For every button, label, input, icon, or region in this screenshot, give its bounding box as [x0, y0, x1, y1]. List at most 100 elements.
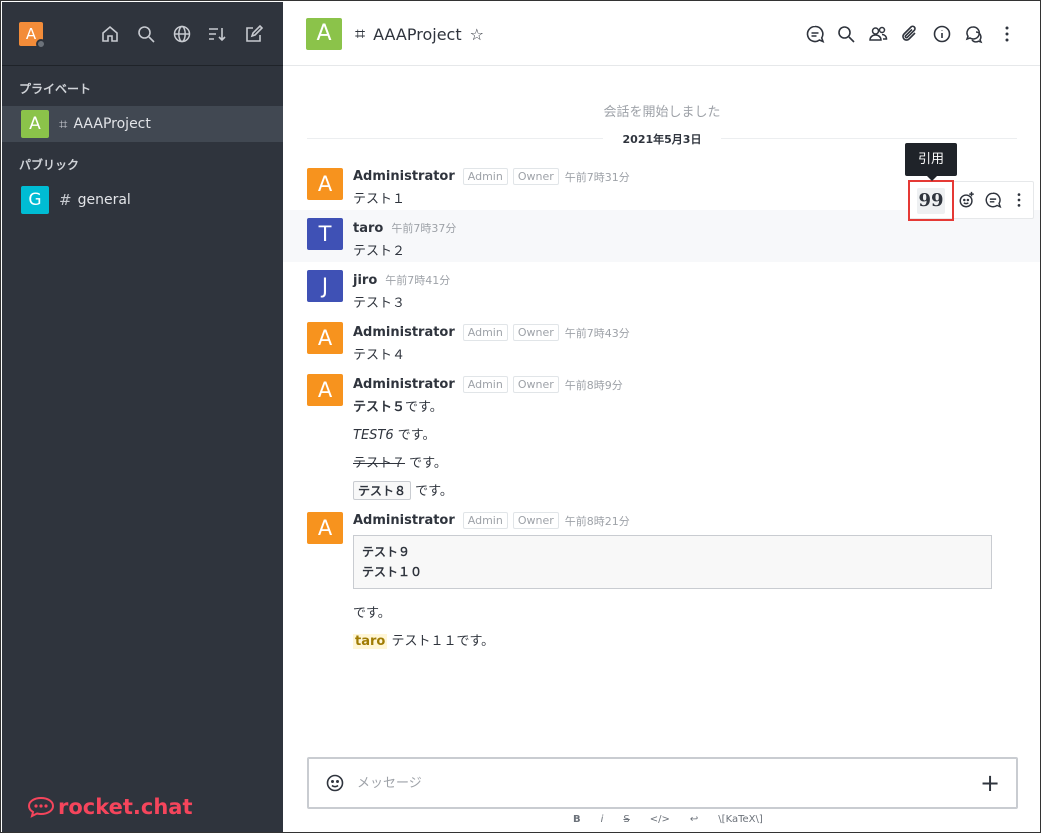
private-channel-icon: ⌗ — [355, 24, 366, 45]
message-header: Administrator Admin Owner 午前7時43分 — [353, 324, 630, 341]
text-span: です。 — [411, 484, 453, 499]
section-public-label: パブリック — [19, 158, 80, 172]
message-timestamp: 午前8時9分 — [564, 378, 623, 392]
favorite-star-icon[interactable]: ☆ — [470, 25, 484, 44]
room-title-text: AAAProject — [373, 25, 462, 44]
message-timestamp: 午前7時41分 — [385, 274, 451, 287]
message-item[interactable]: J jiro 午前7時41分 テスト３ — [283, 262, 1040, 314]
bold-format-button[interactable]: B — [573, 814, 581, 825]
sidebar-item-general[interactable]: G # general — [2, 182, 283, 218]
sidebar: A プライベート A ⌗ AAAProject パブリック G # genera… — [2, 2, 283, 832]
italic-format-button[interactable]: i — [601, 814, 604, 825]
discussion-icon[interactable] — [964, 24, 984, 44]
kebab-icon — [1017, 193, 1020, 207]
role-badge: Owner — [512, 376, 559, 393]
members-icon[interactable] — [868, 24, 888, 44]
bold-text: テスト５ — [353, 400, 406, 415]
sidebar-item-aaaproject[interactable]: A ⌗ AAAProject — [2, 106, 283, 142]
message-composer: + — [307, 757, 1018, 809]
message-text: テスト８ です。 — [353, 480, 453, 500]
message-text: です。 — [353, 606, 391, 621]
text-span: です。 — [405, 456, 447, 471]
threads-icon[interactable] — [805, 24, 825, 44]
section-private-label: プライベート — [19, 82, 92, 96]
message-text: テスト４ — [353, 348, 406, 363]
message-item[interactable]: A Administrator Admin Owner 午前8時9分 テスト５で… — [283, 366, 1040, 502]
add-reaction-button[interactable] — [955, 187, 978, 213]
home-icon[interactable] — [100, 24, 120, 44]
search-icon[interactable] — [136, 24, 156, 44]
sort-icon[interactable] — [207, 24, 227, 44]
main-panel: A ⌗ AAAProject ☆ 会話を開始しました 2021年5月3日 A A… — [283, 2, 1040, 832]
status-indicator — [36, 39, 46, 49]
message-timestamp: 午前8時21分 — [564, 514, 630, 528]
add-reaction-icon — [959, 191, 974, 208]
kebab-menu-icon[interactable] — [997, 24, 1017, 44]
quote-icon: 99 — [917, 187, 945, 214]
room-header: A ⌗ AAAProject ☆ — [283, 2, 1040, 66]
emoji-icon[interactable] — [325, 773, 345, 793]
multiline-format-button[interactable]: ↩ — [690, 814, 698, 825]
plus-icon[interactable]: + — [978, 771, 1002, 795]
username[interactable]: Administrator — [353, 377, 455, 392]
room-avatar: G — [21, 186, 49, 214]
message-text: テスト２ — [353, 244, 406, 259]
info-icon[interactable] — [932, 24, 952, 44]
username[interactable]: Administrator — [353, 513, 455, 528]
message-item[interactable]: A Administrator Admin Owner 午前7時43分 テスト４ — [283, 314, 1040, 366]
room-name: general — [77, 192, 131, 208]
app-window: A プライベート A ⌗ AAAProject パブリック G # genera… — [0, 0, 1041, 833]
message-text: taro テスト１１です。 — [353, 630, 494, 649]
username[interactable]: taro — [353, 221, 383, 236]
more-actions-button[interactable] — [1007, 187, 1030, 213]
attachment-icon[interactable] — [900, 24, 920, 44]
message-text: テスト１ — [353, 192, 406, 207]
inline-code: テスト８ — [353, 481, 412, 500]
message-timestamp: 午前7時31分 — [564, 170, 630, 184]
message-header: jiro 午前7時41分 — [353, 272, 450, 288]
room-header-avatar: A — [306, 18, 342, 50]
strike-format-button[interactable]: S — [623, 814, 629, 825]
message-timestamp: 午前7時43分 — [564, 326, 630, 340]
message-header: Administrator Admin Owner 午前8時9分 — [353, 376, 623, 393]
avatar[interactable]: T — [307, 218, 343, 250]
message-header: Administrator Admin Owner 午前8時21分 — [353, 512, 630, 529]
quote-button[interactable]: 99 — [908, 180, 954, 221]
avatar[interactable]: J — [307, 270, 343, 302]
username[interactable]: Administrator — [353, 325, 455, 340]
user-mention[interactable]: taro — [353, 634, 388, 649]
system-message: 会話を開始しました — [603, 105, 721, 120]
role-badge: Owner — [512, 512, 559, 529]
strike-text: テスト７ — [353, 456, 406, 471]
avatar[interactable]: A — [307, 512, 343, 544]
username[interactable]: Administrator — [353, 169, 455, 184]
role-badge: Admin — [462, 168, 508, 185]
message-header: Administrator Admin Owner 午前7時31分 — [353, 168, 630, 185]
code-line: テスト９ — [362, 545, 411, 559]
message-input[interactable] — [357, 771, 957, 795]
role-badge: Admin — [462, 324, 508, 341]
text-span: です。 — [405, 400, 443, 415]
reply-in-thread-button[interactable] — [981, 187, 1004, 213]
username[interactable]: jiro — [353, 273, 377, 288]
role-badge: Admin — [462, 376, 508, 393]
text-span: テスト１１です。 — [387, 634, 495, 649]
date-divider-label: 2021年5月3日 — [602, 133, 722, 146]
avatar[interactable]: A — [307, 168, 343, 200]
message-timestamp: 午前7時37分 — [391, 222, 457, 235]
code-block: テスト９ テスト１０ — [353, 535, 992, 589]
directory-globe-icon[interactable] — [172, 24, 192, 44]
room-name: AAAProject — [73, 116, 151, 132]
avatar[interactable]: A — [307, 374, 343, 406]
katex-format-button[interactable]: \[KaTeX\] — [718, 814, 762, 825]
rocket-logo-icon — [28, 796, 54, 818]
italic-text: TEST6 — [353, 428, 394, 443]
avatar[interactable]: A — [307, 322, 343, 354]
private-channel-icon: ⌗ — [59, 115, 68, 133]
search-messages-icon[interactable] — [836, 24, 856, 44]
create-new-icon[interactable] — [244, 24, 264, 44]
code-format-button[interactable]: </> — [650, 814, 670, 825]
user-avatar[interactable]: A — [19, 22, 46, 49]
message-text: テスト７ です。 — [353, 452, 447, 471]
sidebar-header: A — [2, 2, 283, 66]
